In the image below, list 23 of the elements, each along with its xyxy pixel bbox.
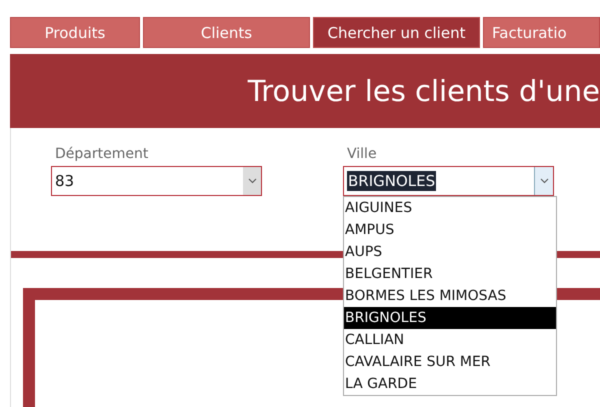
- combo-value: 83: [55, 171, 76, 191]
- dropdown-option[interactable]: CAVALAIRE SUR MER: [344, 351, 556, 373]
- dropdown-option[interactable]: AMPUS: [344, 219, 556, 241]
- field-label: Département: [55, 146, 150, 164]
- chevron-down-icon: [248, 178, 256, 184]
- dropdown-button[interactable]: [534, 167, 553, 195]
- chevron-down-icon: [540, 178, 548, 184]
- combo-box[interactable]: 83: [51, 166, 262, 196]
- dropdown-button[interactable]: [243, 167, 261, 195]
- dropdown-option[interactable]: LA GARDE: [344, 373, 556, 395]
- combo-value: BRIGNOLES: [347, 171, 436, 191]
- tab[interactable]: Produits: [10, 17, 140, 48]
- dropdown-option[interactable]: CALLIAN: [344, 329, 556, 351]
- tab[interactable]: Clients: [143, 17, 310, 48]
- field-label: Ville: [347, 146, 378, 164]
- dropdown-option[interactable]: BELGENTIER: [344, 263, 556, 285]
- tab[interactable]: Facturatio: [483, 17, 600, 48]
- dropdown-option[interactable]: BORMES LES MIMOSAS: [344, 285, 556, 307]
- tab[interactable]: Chercher un client: [313, 17, 480, 48]
- dropdown-option[interactable]: BRIGNOLES: [344, 307, 556, 329]
- dropdown-option[interactable]: AIGUINES: [344, 197, 556, 219]
- page-title: Trouver les clients d'une: [248, 74, 600, 108]
- dropdown-option[interactable]: AUPS: [344, 241, 556, 263]
